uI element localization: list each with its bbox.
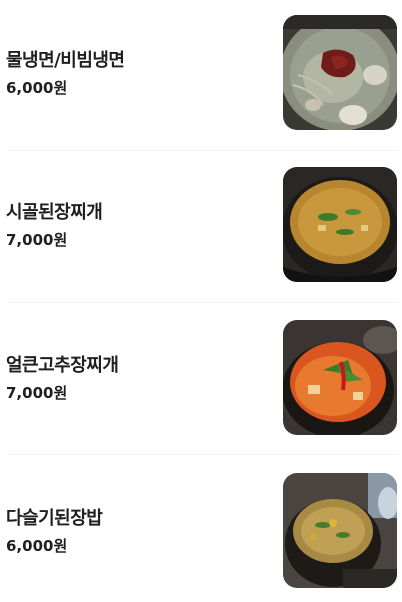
menu-item-name: 얼큰고추장찌개 [6, 355, 119, 376]
daseulgi-doenjang-bap-photo [283, 473, 397, 588]
divider [8, 302, 398, 303]
divider [8, 150, 398, 151]
menu-item[interactable]: 시골된장찌개 7,000원 [0, 152, 402, 305]
menu-item-price: 6,000원 [6, 537, 68, 555]
menu-item[interactable]: 물냉면/비빔냉면 6,000원 [0, 0, 402, 153]
menu-item-name: 시골된장찌개 [6, 202, 103, 223]
gochujang-jjigae-photo [283, 320, 397, 435]
menu-item[interactable]: 다슬기된장밥 6,000원 [0, 458, 402, 602]
menu-item-price: 6,000원 [6, 79, 68, 97]
menu-item-name: 물냉면/비빔냉면 [6, 50, 125, 71]
menu-item-name: 다슬기된장밥 [6, 508, 103, 529]
naengmyeon-photo [283, 15, 397, 130]
menu-item-price: 7,000원 [6, 384, 68, 402]
doenjang-jjigae-photo [283, 167, 397, 282]
menu-list: 물냉면/비빔냉면 6,000원 시골된장찌개 7,000원 얼큰고추장찌개 7,… [0, 0, 402, 602]
menu-item[interactable]: 얼큰고추장찌개 7,000원 [0, 305, 402, 458]
menu-item-price: 7,000원 [6, 231, 68, 249]
divider [8, 454, 398, 455]
